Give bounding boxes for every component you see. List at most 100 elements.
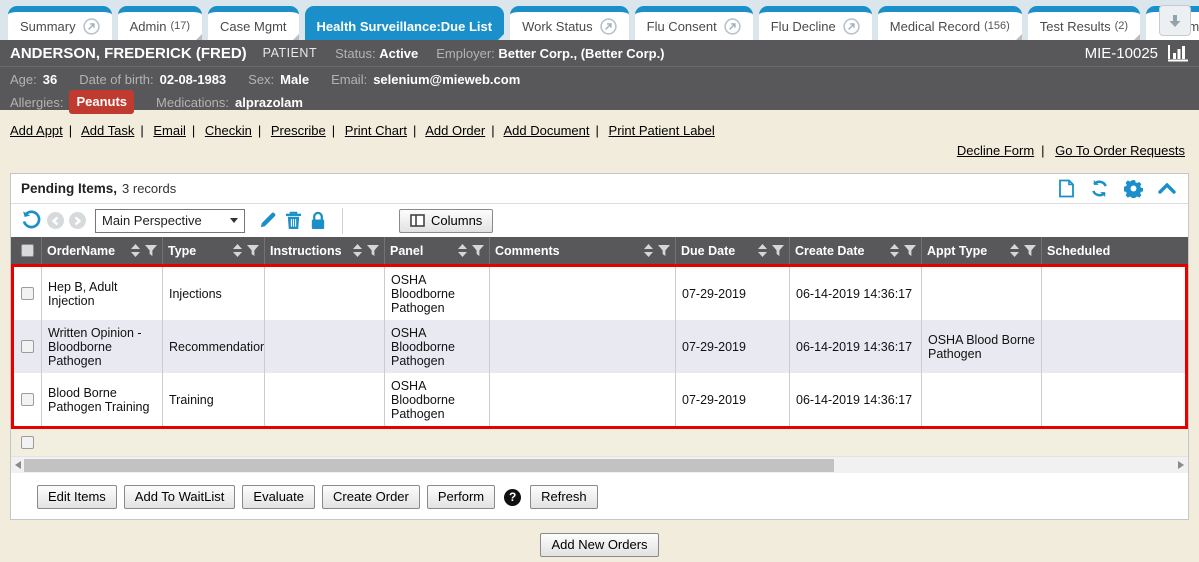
table-row[interactable]: Hep B, Adult Injection Injections OSHA B…: [14, 267, 1185, 320]
perspective-select[interactable]: Main Perspective: [95, 209, 245, 233]
link-email[interactable]: Email: [153, 123, 186, 138]
horizontal-scrollbar[interactable]: [11, 456, 1188, 473]
perform-button[interactable]: Perform: [427, 485, 495, 509]
patient-type-label: PATIENT: [263, 46, 317, 60]
tab-case-mgmt[interactable]: Case Mgmt: [208, 6, 298, 40]
popout-icon[interactable]: [724, 18, 741, 35]
perspective-forward-icon[interactable]: [69, 212, 86, 229]
column-header-panel[interactable]: Panel: [385, 237, 490, 264]
column-header-due-date[interactable]: Due Date: [676, 237, 790, 264]
grid-footer-row: [11, 429, 1188, 456]
column-header-appt-type[interactable]: Appt Type: [922, 237, 1042, 264]
link-add-document[interactable]: Add Document: [504, 123, 590, 138]
delete-perspective-icon[interactable]: [285, 211, 302, 230]
reset-perspective-icon[interactable]: [21, 210, 42, 231]
filter-icon[interactable]: [145, 245, 157, 257]
tab-summary[interactable]: Summary: [8, 6, 112, 40]
lock-perspective-icon[interactable]: [310, 211, 326, 230]
column-header-instructions[interactable]: Instructions: [265, 237, 385, 264]
tab-test-results[interactable]: Test Results (2): [1028, 6, 1140, 40]
evaluate-button[interactable]: Evaluate: [242, 485, 315, 509]
filter-icon[interactable]: [904, 245, 916, 257]
pending-items-panel: Pending Items, 3 records Main Perspectiv…: [10, 173, 1189, 520]
tab-count: (156): [984, 20, 1010, 32]
filter-icon[interactable]: [247, 245, 259, 257]
sort-icon[interactable]: [353, 244, 362, 257]
link-add-appt[interactable]: Add Appt: [10, 123, 63, 138]
edit-items-button[interactable]: Edit Items: [37, 485, 117, 509]
sort-icon[interactable]: [644, 244, 653, 257]
employer-value: Better Corp., (Better Corp.): [498, 46, 664, 61]
select-all-checkbox[interactable]: [21, 244, 34, 257]
filter-icon[interactable]: [472, 245, 484, 257]
table-row[interactable]: Written Opinion - Bloodborne Pathogen Re…: [14, 320, 1185, 373]
tab-health-surveillance-due-list[interactable]: Health Surveillance:Due List: [305, 6, 505, 40]
column-header-scheduled[interactable]: Scheduled: [1042, 237, 1185, 264]
sort-icon[interactable]: [890, 244, 899, 257]
filter-icon[interactable]: [1024, 245, 1036, 257]
add-new-orders-button[interactable]: Add New Orders: [540, 533, 658, 557]
scroll-left-icon[interactable]: [15, 461, 21, 469]
new-document-icon[interactable]: [1058, 179, 1075, 198]
gear-icon[interactable]: [1124, 179, 1143, 198]
allergy-badge[interactable]: Peanuts: [69, 90, 134, 114]
tab-bar: Summary Admin (17) Case Mgmt Health Surv…: [0, 0, 1199, 40]
sort-icon[interactable]: [1010, 244, 1019, 257]
row-checkbox[interactable]: [21, 287, 34, 300]
cell-appt-type: [922, 267, 1042, 320]
tab-admin[interactable]: Admin (17): [118, 6, 202, 40]
columns-button[interactable]: Columns: [399, 209, 493, 233]
tab-flu-consent[interactable]: Flu Consent: [635, 6, 753, 40]
column-header-type[interactable]: Type: [163, 237, 265, 264]
column-header-ordername[interactable]: OrderName: [42, 237, 163, 264]
link-go-to-order-requests[interactable]: Go To Order Requests: [1055, 143, 1185, 158]
popout-icon[interactable]: [600, 18, 617, 35]
help-icon[interactable]: ?: [504, 489, 521, 506]
link-print-chart[interactable]: Print Chart: [345, 123, 407, 138]
filter-icon[interactable]: [367, 245, 379, 257]
sort-icon[interactable]: [233, 244, 242, 257]
perspective-back-icon[interactable]: [47, 212, 64, 229]
tab-overflow-button[interactable]: [1159, 5, 1191, 36]
collapse-panel-icon[interactable]: [1158, 182, 1176, 196]
tab-flu-decline[interactable]: Flu Decline: [759, 6, 872, 40]
edit-perspective-icon[interactable]: [258, 211, 277, 230]
dob-value: 02-08-1983: [160, 69, 227, 90]
tab-label: Medical Record: [890, 19, 980, 34]
link-prescribe[interactable]: Prescribe: [271, 123, 326, 138]
sort-icon[interactable]: [458, 244, 467, 257]
link-add-task[interactable]: Add Task: [81, 123, 134, 138]
link-add-order[interactable]: Add Order: [425, 123, 485, 138]
cell-due-date: 07-29-2019: [676, 267, 790, 320]
separator: |: [413, 123, 416, 138]
link-decline-form[interactable]: Decline Form: [957, 143, 1034, 158]
sort-icon[interactable]: [758, 244, 767, 257]
link-print-patient-label[interactable]: Print Patient Label: [609, 123, 715, 138]
sex-label: Sex:: [248, 69, 274, 90]
row-checkbox[interactable]: [21, 340, 34, 353]
refresh-button[interactable]: Refresh: [530, 485, 598, 509]
popout-icon[interactable]: [843, 18, 860, 35]
scroll-right-icon[interactable]: [1178, 461, 1184, 469]
patient-header: ANDERSON, FREDERICK (FRED) PATIENT Statu…: [0, 40, 1199, 110]
filter-icon[interactable]: [658, 245, 670, 257]
footer-checkbox[interactable]: [21, 436, 34, 449]
tab-medical-record[interactable]: Medical Record (156): [878, 6, 1022, 40]
table-row[interactable]: Blood Borne Pathogen Training Training O…: [14, 373, 1185, 426]
bar-chart-icon[interactable]: [1167, 44, 1189, 62]
add-to-waitlist-button[interactable]: Add To WaitList: [124, 485, 236, 509]
cell-type: Training: [163, 373, 265, 426]
scrollbar-thumb[interactable]: [24, 459, 834, 472]
row-checkbox[interactable]: [21, 393, 34, 406]
column-header-comments[interactable]: Comments: [490, 237, 676, 264]
create-order-button[interactable]: Create Order: [322, 485, 420, 509]
link-checkin[interactable]: Checkin: [205, 123, 252, 138]
sort-icon[interactable]: [131, 244, 140, 257]
column-header-create-date[interactable]: Create Date: [790, 237, 922, 264]
panel-record-count: 3 records: [122, 181, 176, 196]
tab-work-status[interactable]: Work Status: [510, 6, 629, 40]
popout-icon[interactable]: [83, 18, 100, 35]
filter-icon[interactable]: [772, 245, 784, 257]
separator: |: [140, 123, 143, 138]
refresh-icon[interactable]: [1090, 179, 1109, 198]
